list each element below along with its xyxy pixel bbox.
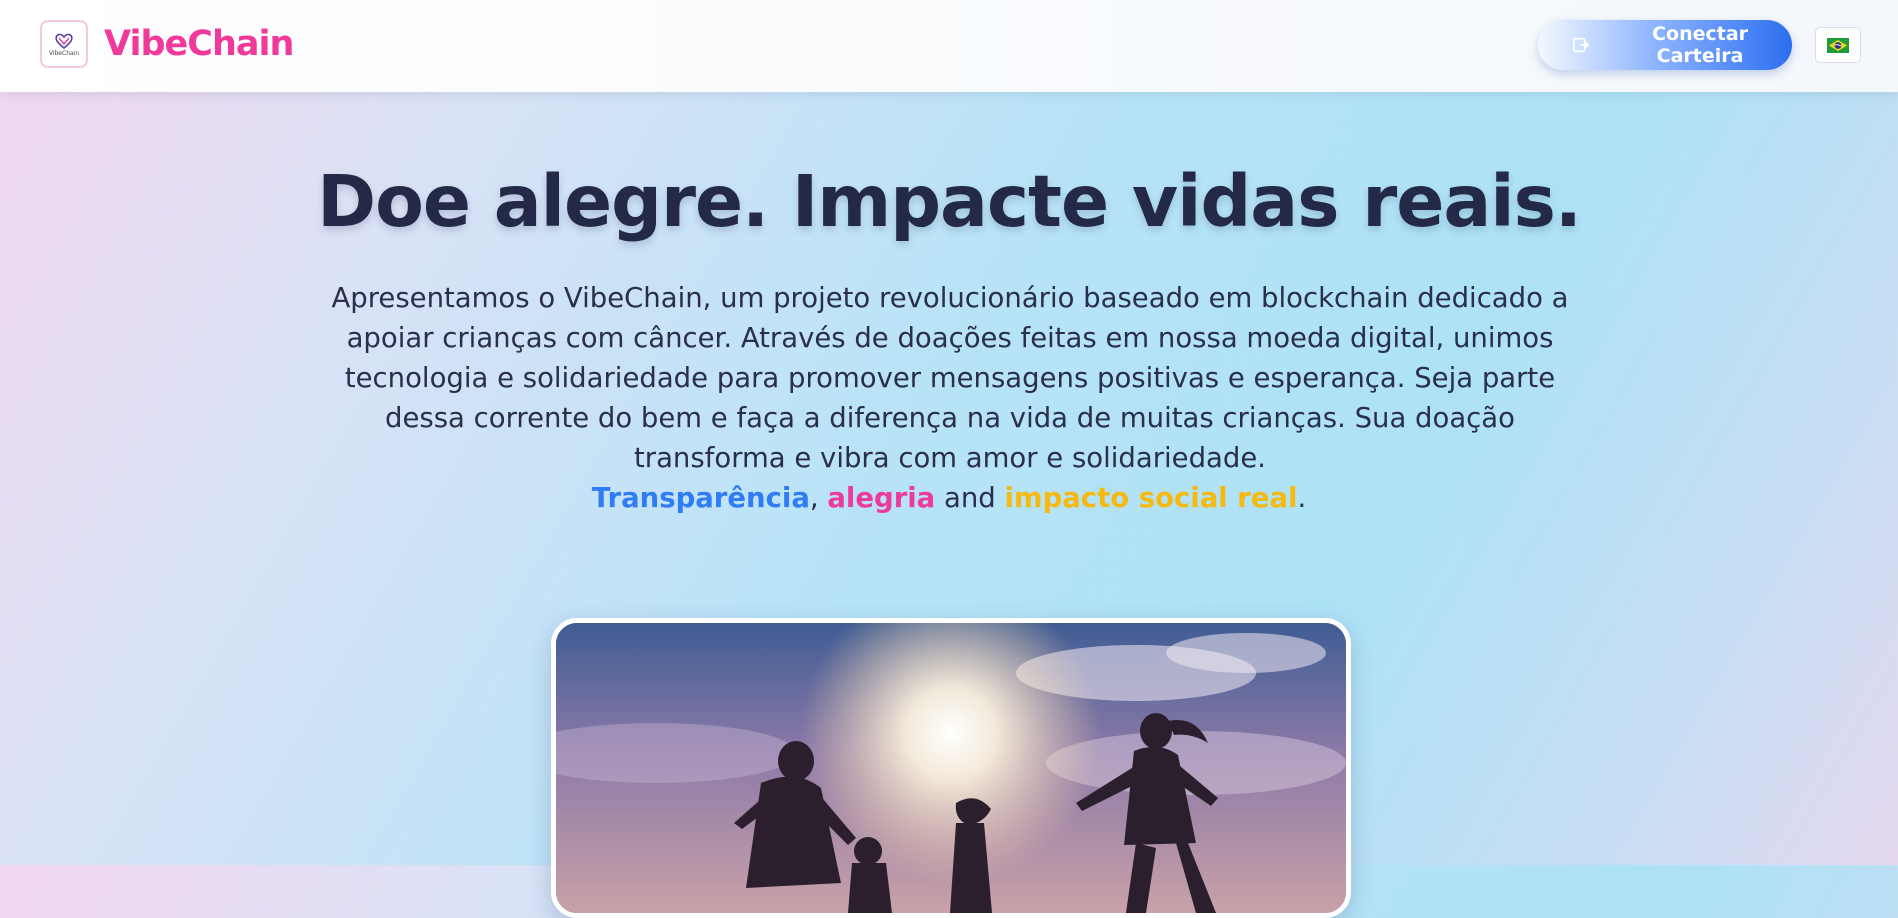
tagline-social-impact: impacto social real — [1004, 482, 1298, 514]
hero-tagline: Transparência, alegria and impacto socia… — [0, 478, 1898, 518]
tagline-period: . — [1297, 482, 1307, 514]
tagline-transparency: Transparência — [591, 482, 810, 514]
brand-name[interactable]: VibeChain — [104, 24, 294, 64]
logo[interactable]: VibeChain — [40, 20, 88, 68]
hero-title: Doe alegre. Impacte vidas reais. — [317, 160, 1582, 243]
wallet-login-icon — [1572, 37, 1590, 53]
tagline-separator: , — [809, 482, 828, 514]
vibechain-heart-logo-icon — [55, 33, 73, 49]
connect-wallet-label: Conectar Carteira — [1652, 23, 1749, 67]
tagline-joy: alegria — [827, 482, 936, 514]
logo-text: VibeChain — [48, 49, 80, 57]
top-navbar: VibeChain VibeChain Conectar Carteira — [0, 0, 1898, 92]
connect-wallet-button[interactable]: Conectar Carteira — [1538, 20, 1792, 70]
hero-description: Apresentamos o VibeChain, um projeto rev… — [331, 282, 1569, 474]
brazil-flag-icon — [1827, 37, 1849, 53]
language-selector[interactable] — [1815, 27, 1861, 63]
family-silhouettes-sunset-photo — [556, 623, 1346, 913]
tagline-and: and — [935, 482, 1005, 514]
hero-image-card — [551, 618, 1351, 918]
